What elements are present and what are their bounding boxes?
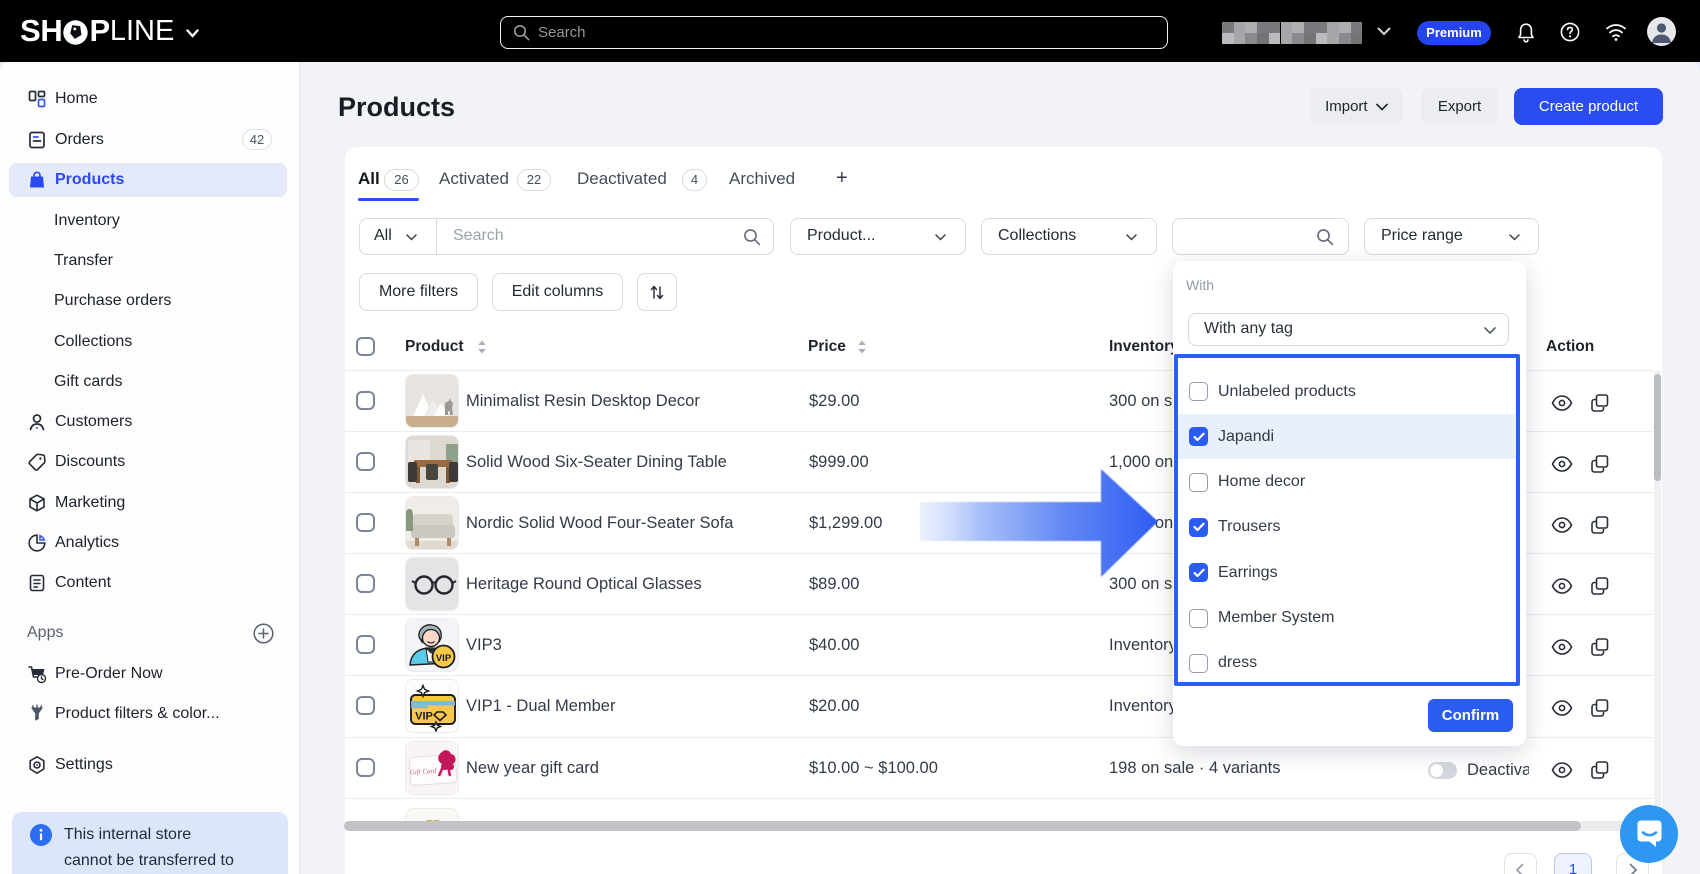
svg-text:VIP: VIP bbox=[415, 711, 433, 723]
svg-text:VIP: VIP bbox=[436, 653, 452, 664]
